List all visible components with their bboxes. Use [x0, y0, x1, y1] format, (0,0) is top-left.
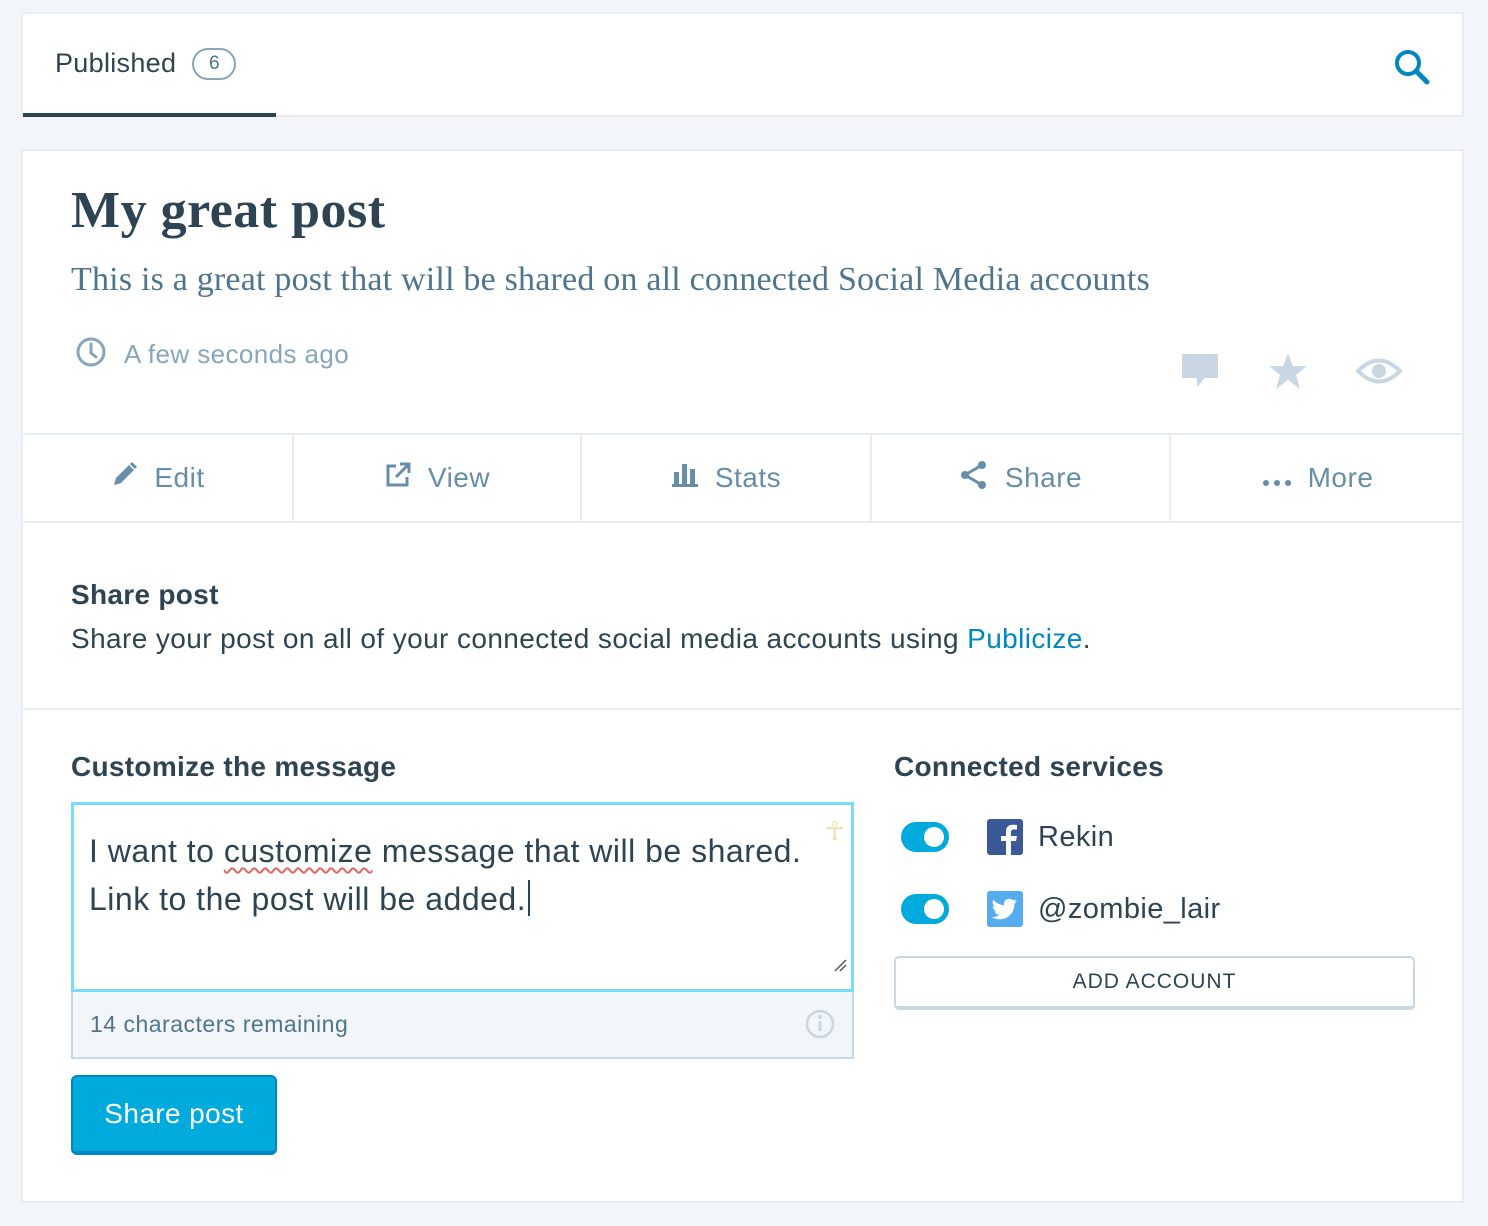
message-text-line2: Link to the post will be added. — [89, 881, 527, 917]
search-icon[interactable] — [1392, 47, 1432, 87]
service-row-facebook: Rekin — [901, 819, 1114, 855]
toggle-knob — [924, 899, 944, 919]
view-button[interactable]: View — [294, 435, 582, 521]
post-time: A few seconds ago — [75, 336, 349, 373]
toggle-facebook[interactable] — [901, 822, 949, 852]
customize-label: Customize the message — [71, 751, 397, 782]
share-title: Share post — [71, 579, 219, 610]
facebook-icon — [987, 819, 1023, 855]
post-meta-icons — [1180, 351, 1402, 391]
info-icon[interactable] — [805, 1009, 835, 1044]
external-link-icon — [384, 461, 428, 496]
resize-handle-icon[interactable] — [833, 937, 847, 985]
misspelled-word: customize — [223, 833, 373, 869]
pencil-icon — [110, 461, 154, 496]
share-button[interactable]: Share — [872, 435, 1171, 521]
post-card: My great post This is a great post that … — [21, 149, 1464, 1203]
toggle-knob — [924, 827, 944, 847]
view-label: View — [427, 462, 491, 493]
add-account-button[interactable]: ADD ACCOUNT — [894, 956, 1415, 1010]
post-actions: Edit View Stats Share More — [23, 433, 1464, 523]
post-excerpt: This is a great post that will be shared… — [71, 261, 1150, 298]
character-counter: 14 characters remaining — [71, 992, 854, 1059]
toggle-twitter[interactable] — [901, 894, 949, 924]
service-name: @zombie_lair — [1038, 892, 1221, 925]
services-label: Connected services — [894, 751, 1164, 782]
message-text-before: I want to — [89, 833, 215, 869]
stats-label: Stats — [714, 462, 782, 493]
section-nav: Published 6 — [21, 12, 1464, 117]
clock-icon — [75, 336, 107, 373]
message-text-after: message that will be shared. — [381, 833, 802, 869]
stats-button[interactable]: Stats — [582, 435, 872, 521]
more-button[interactable]: More — [1171, 435, 1464, 521]
divider — [23, 708, 1464, 710]
share-description-end: . — [1082, 623, 1091, 654]
share-icon — [959, 460, 1005, 497]
tab-published[interactable]: Published 6 — [23, 14, 276, 117]
message-line-2: Link to the post will be added. — [89, 875, 836, 923]
count-badge: 6 — [192, 47, 237, 80]
service-row-twitter: @zombie_lair — [901, 891, 1221, 927]
text-caret — [528, 880, 531, 916]
share-post-button[interactable]: Share post — [71, 1075, 277, 1155]
more-label: More — [1307, 462, 1374, 493]
share-description-text: Share your post on all of your connected… — [71, 623, 959, 654]
message-textarea[interactable]: ☥ I want to customize message that will … — [71, 802, 854, 992]
twitter-icon — [987, 891, 1023, 927]
tab-label: Published — [55, 48, 177, 78]
service-name: Rekin — [1038, 820, 1115, 853]
ankh-icon: ☥ — [825, 816, 845, 846]
eye-icon[interactable] — [1356, 356, 1402, 386]
comment-icon[interactable] — [1180, 352, 1220, 390]
counter-label: 14 characters remaining — [90, 1011, 349, 1037]
edit-label: Edit — [154, 462, 205, 493]
share-description: Share your post on all of your connected… — [71, 623, 1091, 655]
publicize-link[interactable]: Publicize — [967, 623, 1083, 654]
share-header: Share post Share your post on all of you… — [71, 579, 1091, 655]
message-line-1: I want to customize message that will be… — [89, 827, 836, 875]
stats-icon — [671, 462, 715, 495]
star-icon[interactable] — [1268, 351, 1308, 391]
share-label: Share — [1004, 462, 1083, 493]
edit-button[interactable]: Edit — [23, 435, 294, 521]
post-title[interactable]: My great post — [71, 181, 386, 240]
post-time-label: A few seconds ago — [124, 339, 350, 369]
ellipsis-icon — [1262, 462, 1308, 494]
